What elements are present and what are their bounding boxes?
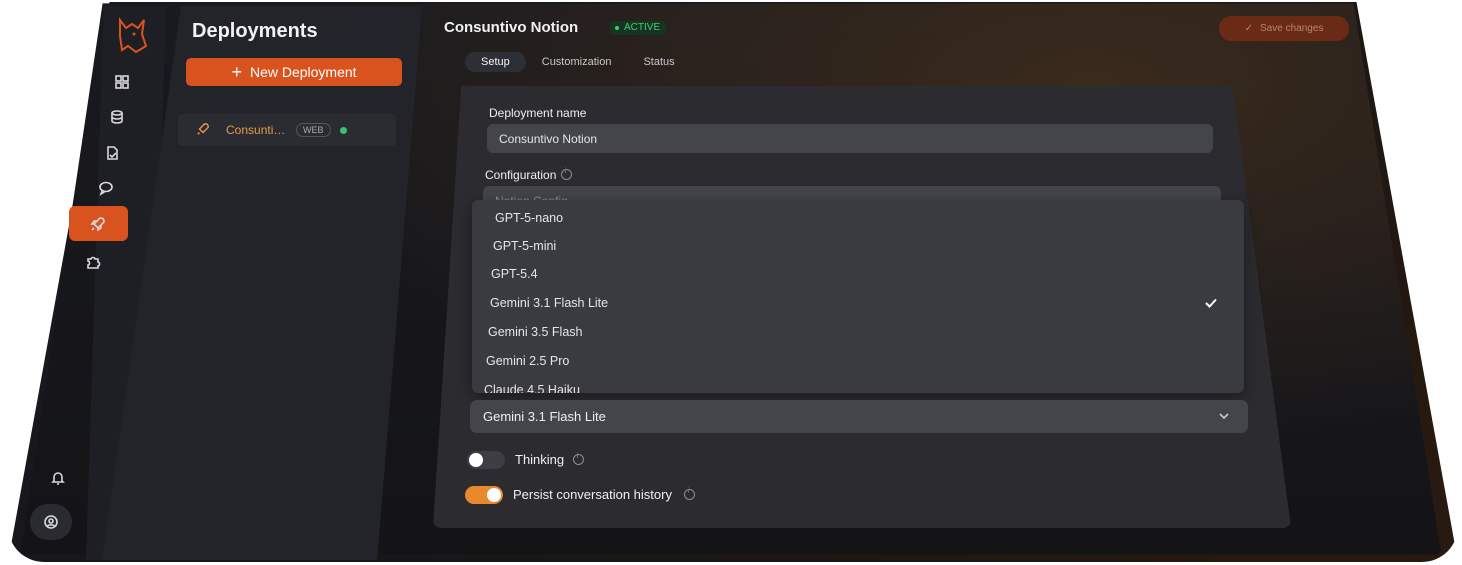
user-circle-icon — [40, 511, 62, 533]
logo-icon — [112, 16, 152, 56]
model-select[interactable]: Gemini 3.1 Flash Lite — [470, 400, 1248, 433]
configuration-label: Configuration — [485, 168, 573, 182]
model-option[interactable]: Gemini 3.1 Flash Lite — [490, 296, 608, 310]
chat-icon[interactable] — [95, 177, 117, 199]
persist-history-label: Persist conversation history — [513, 487, 695, 502]
status-badge: ACTIVE — [610, 21, 667, 35]
rocket-icon — [87, 213, 109, 235]
thinking-label: Thinking — [515, 452, 585, 467]
model-option[interactable]: Claude 4.5 Haiku — [484, 383, 580, 393]
dashboard-icon[interactable] — [111, 71, 133, 93]
persist-history-toggle[interactable] — [465, 486, 503, 504]
deployment-name-input[interactable]: Consuntivo Notion — [487, 124, 1213, 153]
deployment-list-item[interactable]: Consunti… WEB — [178, 114, 396, 146]
app-frame: Deployments + New Deployment Consunti… W… — [0, 0, 1462, 565]
tab-customization[interactable]: Customization — [526, 52, 628, 72]
document-check-icon[interactable] — [101, 142, 123, 164]
plus-icon: + — [231, 62, 242, 82]
model-option[interactable]: Gemini 3.5 Flash — [488, 325, 582, 339]
database-icon[interactable] — [106, 106, 128, 128]
model-select-value: Gemini 3.1 Flash Lite — [483, 409, 606, 424]
model-option[interactable]: GPT-5-mini — [493, 239, 556, 253]
model-option[interactable]: GPT-5.4 — [491, 267, 538, 281]
check-icon: ✓ — [1244, 23, 1253, 34]
panel-title: Deployments — [192, 20, 318, 42]
persist-history-label-text: Persist conversation history — [513, 487, 672, 502]
info-icon[interactable] — [561, 168, 573, 180]
new-deployment-label: New Deployment — [249, 64, 357, 80]
model-dropdown-menu: GPT-5-nano GPT-5-mini GPT-5.4 Gemini 3.1… — [472, 200, 1244, 393]
configuration-label-text: Configuration — [485, 168, 557, 182]
status-dot — [340, 127, 347, 134]
info-icon[interactable] — [573, 453, 585, 465]
save-changes-button[interactable]: ✓ Save changes — [1219, 16, 1349, 41]
nav-item-deployments[interactable] — [69, 206, 128, 241]
thinking-toggle[interactable] — [467, 451, 505, 469]
rocket-icon — [196, 122, 210, 141]
tab-status[interactable]: Status — [627, 52, 690, 72]
thinking-label-text: Thinking — [515, 452, 565, 467]
bell-icon[interactable] — [47, 467, 69, 489]
model-option[interactable]: GPT-5-nano — [495, 211, 563, 225]
chevron-down-icon — [1218, 410, 1230, 425]
user-menu-button[interactable] — [30, 504, 72, 540]
page-title: Consuntivo Notion — [444, 19, 579, 36]
model-option[interactable]: Gemini 2.5 Pro — [486, 354, 569, 368]
save-label: Save changes — [1260, 23, 1324, 34]
channel-badge: WEB — [296, 123, 331, 137]
new-deployment-button[interactable]: + New Deployment — [186, 58, 402, 86]
check-icon — [1204, 296, 1218, 315]
puzzle-icon[interactable] — [82, 251, 104, 273]
deployment-name: Consunti… — [226, 123, 286, 137]
deployment-name-label: Deployment name — [489, 106, 587, 120]
tab-bar: Setup Customization Status — [465, 52, 691, 72]
tab-setup[interactable]: Setup — [465, 52, 526, 72]
info-icon[interactable] — [683, 488, 695, 500]
